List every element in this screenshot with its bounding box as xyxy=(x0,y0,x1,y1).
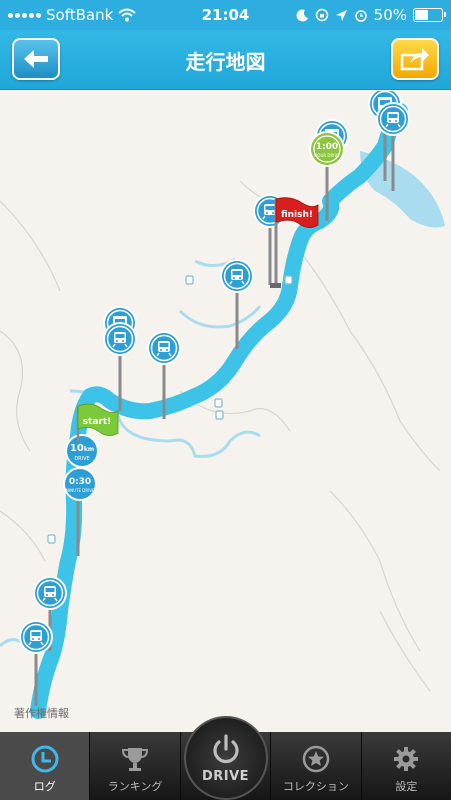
moon-icon xyxy=(296,8,308,21)
battery-percent: 50% xyxy=(373,6,407,24)
navigation-bar: 走行地図 xyxy=(0,30,451,90)
gear-icon xyxy=(394,747,419,771)
finish-flag-text: finish! xyxy=(281,210,313,220)
battery-icon xyxy=(413,8,446,22)
distance-badge-unit: km xyxy=(84,446,94,453)
route-map[interactable]: 0:30 MINUTE DRIVE 10km DRIVE start! fini… xyxy=(0,91,451,732)
station-pin-4[interactable] xyxy=(102,321,138,357)
distance-badge-value: 10 xyxy=(70,443,84,454)
tab-ranking-label: ランキング xyxy=(107,780,163,793)
tab-ranking[interactable]: ランキング xyxy=(90,732,181,800)
time-milestone-badge[interactable]: 0:30 MINUTE DRIVE xyxy=(63,467,97,501)
tab-collection-label: コレクション xyxy=(282,780,349,793)
map-attribution-link[interactable]: 著作権情報 xyxy=(14,705,69,721)
tab-bar: ログ ランキング DRIVE コレクション 設定 xyxy=(0,716,451,800)
tab-log-label: ログ xyxy=(33,780,56,793)
tab-collection[interactable]: コレクション xyxy=(271,732,362,800)
share-button[interactable] xyxy=(391,38,439,80)
page-title: 走行地図 xyxy=(185,50,266,74)
star-medal-icon xyxy=(302,745,330,773)
power-icon xyxy=(212,733,239,763)
tab-settings-label: 設定 xyxy=(395,780,418,793)
share-arrow-icon xyxy=(400,48,429,71)
trophy-icon xyxy=(122,748,149,771)
station-pin-1[interactable] xyxy=(18,619,54,655)
start-flag-text: start! xyxy=(83,417,112,427)
status-right: 50% xyxy=(296,6,446,24)
distance-badge-label: DRIVE xyxy=(74,456,89,462)
time-badge-value: 0:30 xyxy=(69,477,91,487)
time-badge-label: MINUTE DRIVE xyxy=(65,488,95,493)
tab-drive-label: DRIVE xyxy=(201,768,250,784)
distance-milestone-badge[interactable]: 10km DRIVE xyxy=(65,434,99,468)
station-pin-5[interactable] xyxy=(146,330,182,366)
hour-milestone-badge[interactable]: 1:00 HOUR DRIVE xyxy=(309,131,345,167)
station-pin-10[interactable] xyxy=(375,101,411,137)
alarm-icon xyxy=(354,10,367,22)
clock-icon xyxy=(31,745,59,773)
tab-log[interactable]: ログ xyxy=(0,732,91,800)
tab-drive[interactable]: DRIVE xyxy=(181,716,272,800)
hour-badge-value: 1:00 xyxy=(316,142,338,152)
location-icon xyxy=(335,9,347,21)
tab-settings[interactable]: 設定 xyxy=(362,732,451,800)
station-pin-6[interactable] xyxy=(219,258,255,294)
hour-badge-label: HOUR DRIVE xyxy=(314,153,340,158)
station-pin-2[interactable] xyxy=(32,575,68,611)
status-bar: SoftBank 21:04 50% xyxy=(0,0,451,30)
map-canvas[interactable]: 0:30 MINUTE DRIVE 10km DRIVE start! fini… xyxy=(0,91,451,732)
rotation-lock-icon xyxy=(315,8,328,22)
drive-button[interactable]: DRIVE xyxy=(183,716,268,800)
